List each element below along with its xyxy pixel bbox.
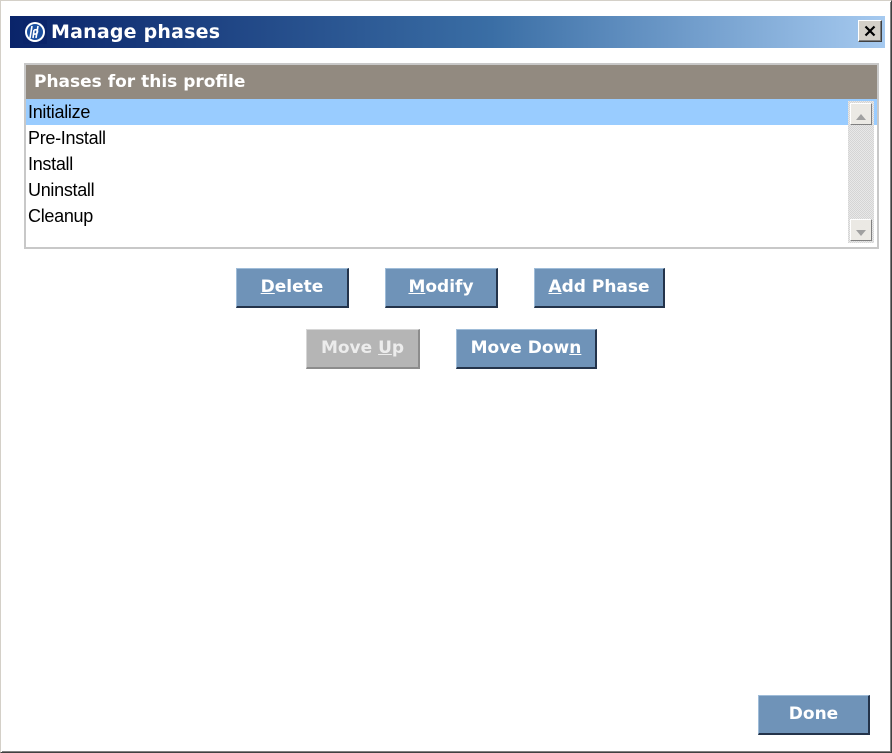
scroll-up-button[interactable]	[850, 103, 872, 125]
phases-list-header: Phases for this profile	[26, 65, 877, 99]
close-icon	[864, 22, 876, 41]
triangle-up-icon	[856, 105, 866, 124]
phase-list-item[interactable]: Install	[26, 151, 877, 177]
move-down-label-prefix: Move Dow	[470, 338, 570, 358]
triangle-down-icon	[856, 221, 866, 240]
add-phase-label-suffix: dd Phase	[561, 277, 650, 297]
done-label: Done	[788, 704, 839, 724]
manage-phases-dialog: Manage phases Phases for this profile In…	[0, 0, 892, 753]
phase-list-item[interactable]: Cleanup	[26, 203, 877, 229]
delete-mnemonic: D	[260, 277, 275, 297]
delete-label-suffix: elete	[274, 277, 324, 297]
modify-button[interactable]: Modify	[385, 268, 498, 308]
move-up-label-suffix: p	[391, 338, 405, 358]
phases-list-panel: Phases for this profile Initialize Pre-In…	[24, 63, 879, 249]
add-phase-mnemonic: A	[548, 277, 562, 297]
move-down-mnemonic: n	[569, 338, 582, 358]
delete-button[interactable]: Delete	[236, 268, 349, 308]
hp-logo-icon	[23, 20, 47, 44]
phase-list-item[interactable]: Uninstall	[26, 177, 877, 203]
move-up-mnemonic: U	[378, 338, 392, 358]
phases-list-scrollbar[interactable]	[848, 101, 874, 243]
done-button[interactable]: Done	[758, 695, 870, 735]
move-down-button[interactable]: Move Down	[456, 329, 597, 369]
phase-list-item[interactable]: Pre-Install	[26, 125, 877, 151]
add-phase-button[interactable]: Add Phase	[534, 268, 665, 308]
modify-label-suffix: odify	[425, 277, 474, 297]
phase-list-item[interactable]: Initialize	[26, 99, 877, 125]
modify-mnemonic: M	[408, 277, 426, 297]
phases-list[interactable]: Initialize Pre-Install Install Uninstall Cle…	[26, 99, 877, 247]
window-title: Manage phases	[51, 21, 221, 43]
move-up-button[interactable]: Move Up	[306, 329, 420, 369]
move-up-label-prefix: Move	[320, 338, 379, 358]
scroll-down-button[interactable]	[850, 219, 872, 241]
title-bar[interactable]: Manage phases	[10, 16, 885, 48]
close-button[interactable]	[858, 20, 882, 42]
phases-list-items: Initialize Pre-Install Install Uninstall Cle…	[26, 99, 877, 229]
